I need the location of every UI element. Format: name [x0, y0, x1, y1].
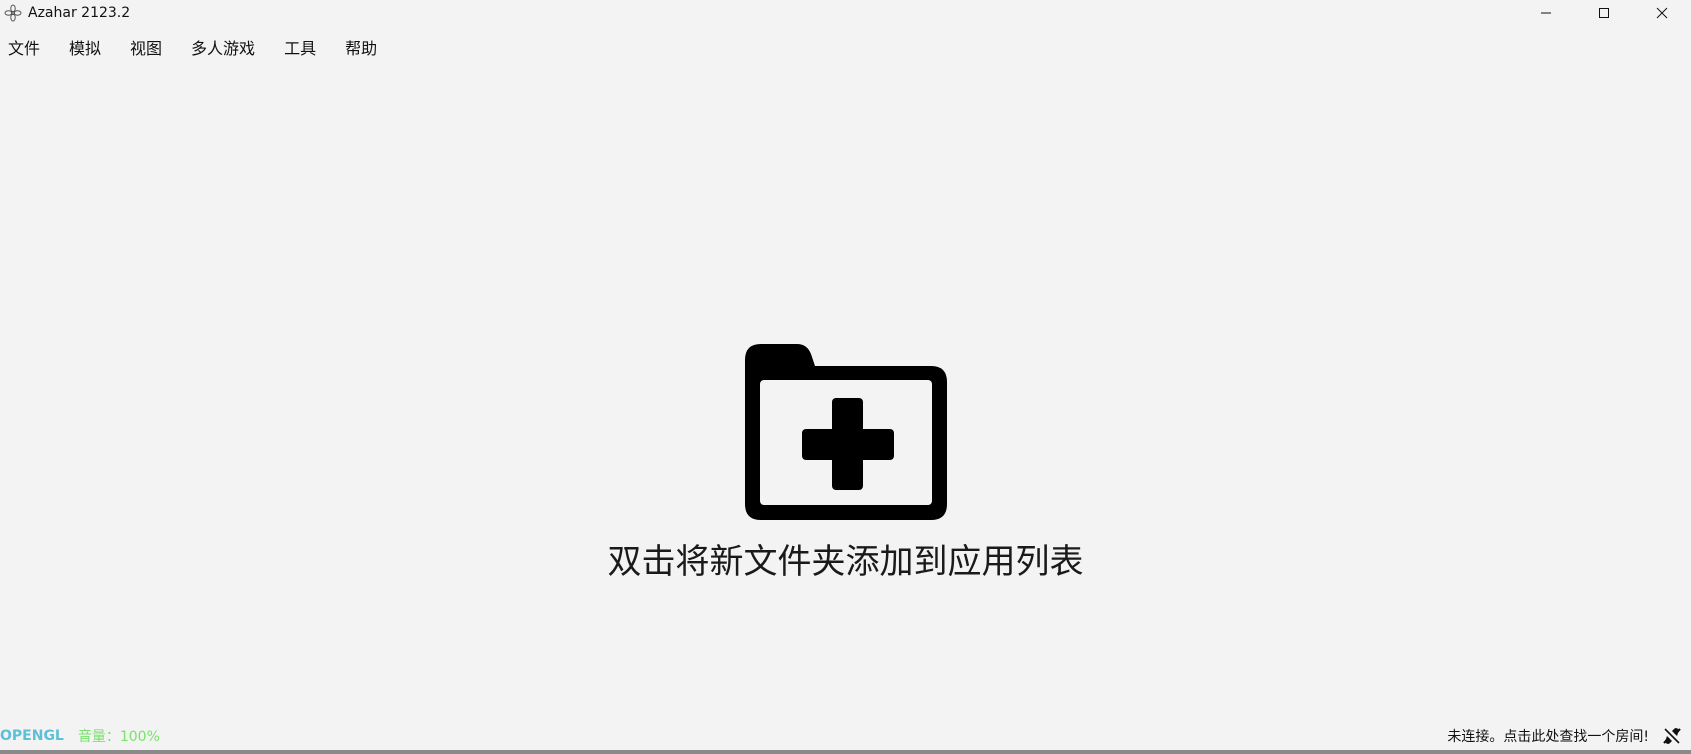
maximize-button[interactable] [1575, 0, 1633, 26]
network-disconnected-icon[interactable] [1661, 726, 1683, 746]
flower-logo-icon [4, 4, 22, 22]
taskbar-edge [0, 750, 1691, 754]
maximize-icon [1599, 8, 1609, 18]
close-icon [1656, 7, 1668, 19]
menu-view[interactable]: 视图 [122, 35, 170, 59]
window-title: Azahar 2123.2 [28, 5, 131, 21]
renderer-label: OPENGL [0, 728, 64, 744]
window-controls [1517, 0, 1691, 26]
menu-file[interactable]: 文件 [0, 35, 48, 59]
menu-bar: 文件 模拟 视图 多人游戏 工具 帮助 [0, 32, 398, 62]
close-button[interactable] [1633, 0, 1691, 26]
volume-label: 音量：100% [77, 729, 160, 745]
menu-help[interactable]: 帮助 [337, 35, 385, 59]
menu-multiplayer[interactable]: 多人游戏 [183, 35, 263, 59]
minimize-icon [1541, 12, 1551, 14]
minimize-button[interactable] [1517, 0, 1575, 26]
empty-state-text: 双击将新文件夹添加到应用列表 [607, 542, 1084, 582]
status-bar: OPENGL 音量：100% 未连接。点击此处查找一个房间! [0, 722, 1691, 750]
folder-add-icon [745, 344, 947, 520]
title-bar: Azahar 2123.2 [0, 0, 1691, 26]
game-list-drop-zone[interactable]: 双击将新文件夹添加到应用列表 [0, 62, 1691, 722]
menu-emulation[interactable]: 模拟 [61, 35, 109, 59]
network-status-text[interactable]: 未连接。点击此处查找一个房间! [1447, 726, 1649, 746]
menu-tools[interactable]: 工具 [276, 35, 324, 59]
